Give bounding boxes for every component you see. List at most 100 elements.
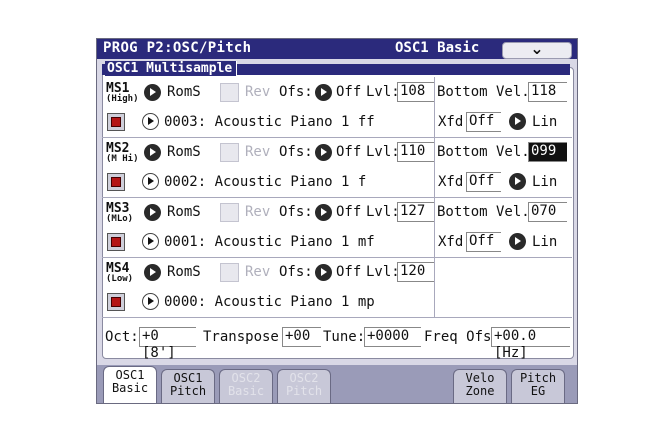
page-title: PROG P2:OSC/Pitch bbox=[103, 40, 252, 56]
ms3-xfd-curve: Lin bbox=[532, 234, 558, 250]
tune-label: Tune: bbox=[323, 329, 366, 345]
ms1-ofs-value: Off bbox=[336, 84, 362, 100]
ms4-level-field[interactable]: 120 bbox=[397, 262, 435, 282]
ms3-reverse-checkbox[interactable] bbox=[220, 203, 239, 222]
tab-velo-zone[interactable]: Velo Zone bbox=[453, 369, 507, 403]
ms1-roms-label: RomS bbox=[167, 84, 201, 100]
ms2-roms-label: RomS bbox=[167, 144, 201, 160]
page-menu-button[interactable]: ⌄ bbox=[502, 39, 572, 59]
freq-offset-field[interactable]: +00.0 [Hz] bbox=[491, 327, 570, 361]
ms2-lvl-label: Lvl: bbox=[366, 144, 400, 160]
ms1-reverse-checkbox[interactable] bbox=[220, 83, 239, 102]
ms4-roms-label: RomS bbox=[167, 264, 201, 280]
ms3-offset-select-icon[interactable] bbox=[315, 204, 332, 221]
panel-title: OSC1 Multisample bbox=[105, 61, 238, 77]
ms2-sample-select-icon[interactable] bbox=[142, 173, 159, 190]
ms1-level-field[interactable]: 108 bbox=[397, 82, 435, 102]
transpose-label: Transpose: bbox=[203, 329, 288, 345]
page-tabs: OSC1 Basic OSC1 Pitch OSC2 Basic OSC2 Pi… bbox=[97, 365, 577, 403]
ms2-rev-label: Rev bbox=[245, 144, 271, 160]
ms1-bottom-vel-label: Bottom Vel.: bbox=[437, 84, 539, 100]
ms2-xfd-field[interactable]: Off bbox=[466, 172, 501, 192]
ms4-row: MS4 (Low) RomS Rev Ofs: Off Lvl: 120 000… bbox=[102, 257, 572, 318]
ms2-row: MS2 (M Hi) RomS Rev Ofs: Off Lvl: 110 Bo… bbox=[102, 137, 572, 198]
tab-osc2-basic-line2: Basic bbox=[227, 384, 265, 398]
ms4-rev-label: Rev bbox=[245, 264, 271, 280]
ms4-on-button[interactable] bbox=[107, 293, 125, 311]
ms3-bottom-vel-label: Bottom Vel.: bbox=[437, 204, 539, 220]
ms1-ofs-label: Ofs: bbox=[279, 84, 313, 100]
ms2-bottom-vel-label: Bottom Vel.: bbox=[437, 144, 539, 160]
ms2-sub: (M Hi) bbox=[106, 154, 139, 164]
tab-osc1-basic-line2: Basic bbox=[111, 381, 149, 395]
ms1-row: MS1 (High) RomS Rev Ofs: Off Lvl: 108 Bo… bbox=[102, 77, 572, 138]
ms2-offset-select-icon[interactable] bbox=[315, 144, 332, 161]
ms3-bottom-vel-field[interactable]: 070 bbox=[528, 202, 567, 222]
ms4-rom-select-icon[interactable] bbox=[144, 264, 161, 281]
ms1-rev-label: Rev bbox=[245, 84, 271, 100]
ms1-bottom-vel-field[interactable]: 118 bbox=[528, 82, 567, 102]
ms1-xfd-curve-select-icon[interactable] bbox=[509, 113, 526, 130]
ms3-rom-select-icon[interactable] bbox=[144, 204, 161, 221]
ms3-sub: (MLo) bbox=[106, 214, 134, 224]
ms2-ofs-value: Off bbox=[336, 144, 362, 160]
tab-pitch-eg[interactable]: Pitch EG bbox=[511, 369, 565, 403]
ms1-xfd-curve: Lin bbox=[532, 114, 558, 130]
chevron-down-icon: ⌄ bbox=[530, 39, 544, 58]
transpose-field[interactable]: +00 bbox=[282, 327, 321, 347]
ms3-xfd-curve-select-icon[interactable] bbox=[509, 233, 526, 250]
ms4-reverse-checkbox[interactable] bbox=[220, 263, 239, 282]
ms2-on-button[interactable] bbox=[107, 173, 125, 191]
ms3-rev-label: Rev bbox=[245, 204, 271, 220]
ms1-sample-select-icon[interactable] bbox=[142, 113, 159, 130]
pitch-settings-bar: Oct: +0 [8'] Transpose: +00 Tune: +0000 … bbox=[102, 321, 572, 361]
tune-field[interactable]: +0000 bbox=[364, 327, 421, 347]
ms1-xfd-field[interactable]: Off bbox=[466, 112, 501, 132]
display-screen: PROG P2:OSC/Pitch OSC1 Basic ⌄ OSC1 Mult… bbox=[96, 38, 578, 404]
ms2-reverse-checkbox[interactable] bbox=[220, 143, 239, 162]
tab-velo-zone-line2: Zone bbox=[465, 384, 495, 398]
ms4-lvl-label: Lvl: bbox=[366, 264, 400, 280]
ms3-lvl-label: Lvl: bbox=[366, 204, 400, 220]
column-divider bbox=[434, 77, 435, 317]
tab-osc2-pitch-line2: Pitch bbox=[285, 384, 323, 398]
ms3-level-field[interactable]: 127 bbox=[397, 202, 435, 222]
ms4-sub: (Low) bbox=[106, 274, 134, 284]
ms4-offset-select-icon[interactable] bbox=[315, 264, 332, 281]
tab-osc2-pitch[interactable]: OSC2 Pitch bbox=[277, 369, 331, 403]
ms3-sample-name[interactable]: 0001: Acoustic Piano 1 mf bbox=[164, 234, 375, 250]
ms3-ofs-value: Off bbox=[336, 204, 362, 220]
tab-osc1-basic[interactable]: OSC1 Basic bbox=[103, 366, 157, 403]
ms1-offset-select-icon[interactable] bbox=[315, 84, 332, 101]
ms2-rom-select-icon[interactable] bbox=[144, 144, 161, 161]
ms3-ofs-label: Ofs: bbox=[279, 204, 313, 220]
ms3-row: MS3 (MLo) RomS Rev Ofs: Off Lvl: 127 Bot… bbox=[102, 197, 572, 258]
page-subtitle: OSC1 Basic bbox=[395, 40, 480, 56]
ms2-level-field[interactable]: 110 bbox=[397, 142, 435, 162]
ms4-ofs-value: Off bbox=[336, 264, 362, 280]
ms2-ofs-label: Ofs: bbox=[279, 144, 313, 160]
ms1-sub: (High) bbox=[106, 94, 139, 104]
tab-osc2-basic[interactable]: OSC2 Basic bbox=[219, 369, 273, 403]
ms1-sample-name[interactable]: 0003: Acoustic Piano 1 ff bbox=[164, 114, 375, 130]
ms3-roms-label: RomS bbox=[167, 204, 201, 220]
ms2-sample-name[interactable]: 0002: Acoustic Piano 1 f bbox=[164, 174, 366, 190]
title-bar: PROG P2:OSC/Pitch OSC1 Basic ⌄ bbox=[97, 39, 577, 59]
ms4-ofs-label: Ofs: bbox=[279, 264, 313, 280]
octave-field[interactable]: +0 [8'] bbox=[139, 327, 196, 361]
ms4-sample-name[interactable]: 0000: Acoustic Piano 1 mp bbox=[164, 294, 375, 310]
ms2-bottom-vel-field[interactable]: 099 bbox=[528, 142, 567, 162]
ms2-xfd-curve-select-icon[interactable] bbox=[509, 173, 526, 190]
tab-osc1-pitch-line2: Pitch bbox=[169, 384, 207, 398]
ms3-sample-select-icon[interactable] bbox=[142, 233, 159, 250]
freq-offset-label: Freq Ofs: bbox=[424, 329, 500, 345]
ms3-on-button[interactable] bbox=[107, 233, 125, 251]
ms2-xfd-curve: Lin bbox=[532, 174, 558, 190]
ms1-on-button[interactable] bbox=[107, 113, 125, 131]
ms3-xfd-field[interactable]: Off bbox=[466, 232, 501, 252]
ms4-sample-select-icon[interactable] bbox=[142, 293, 159, 310]
tab-pitch-eg-line2: EG bbox=[530, 384, 546, 398]
tab-osc1-pitch[interactable]: OSC1 Pitch bbox=[161, 369, 215, 403]
ms1-rom-select-icon[interactable] bbox=[144, 84, 161, 101]
octave-label: Oct: bbox=[105, 329, 139, 345]
